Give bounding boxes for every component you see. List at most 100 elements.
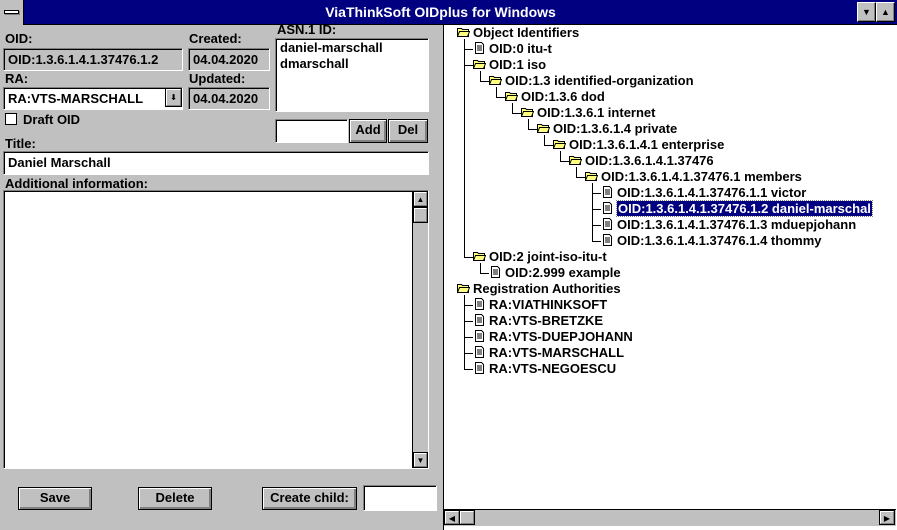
- tree-node[interactable]: RA:VTS-MARSCHALL: [473, 345, 624, 361]
- scroll-left-icon[interactable]: ◀: [444, 510, 460, 525]
- document-icon: [473, 362, 486, 374]
- add-asn1-button[interactable]: Add: [349, 119, 387, 143]
- tree-node[interactable]: OID:1.3.6.1.4.1.37476: [568, 153, 714, 169]
- tree-node[interactable]: OID:1.3.6 dod: [504, 89, 605, 105]
- tree-connector: [464, 295, 465, 369]
- delete-button[interactable]: Delete: [138, 487, 212, 510]
- scroll-right-icon[interactable]: ▶: [879, 510, 895, 525]
- asn1-id-input[interactable]: [275, 119, 348, 143]
- tree-connector: [464, 369, 473, 370]
- oid-field: OID:1.3.6.1.4.1.37476.1.2: [3, 48, 183, 71]
- tree-node-label: RA:VTS-MARSCHALL: [489, 345, 625, 360]
- system-menu-button[interactable]: [0, 0, 24, 25]
- updated-label: Updated:: [189, 71, 246, 86]
- ra-dropdown[interactable]: RA:VTS-MARSCHALL ⬇: [3, 87, 183, 110]
- folder-open-icon: [504, 90, 519, 102]
- tree-node[interactable]: OID:1.3.6.1.4.1.37476.1.4 thommy: [601, 233, 822, 249]
- tree-node[interactable]: RA:VIATHINKSOFT: [473, 297, 607, 313]
- tree-node[interactable]: RA:VTS-BRETZKE: [473, 313, 603, 329]
- tree-node[interactable]: Object Identifiers: [456, 25, 579, 41]
- tree-connector: [480, 273, 489, 274]
- tree-node-label: OID:1 iso: [489, 57, 547, 72]
- tree-node[interactable]: OID:1.3.6.1.4.1.37476.1.1 victor: [601, 185, 806, 201]
- tree-connector: [464, 321, 473, 322]
- create-child-button[interactable]: Create child:: [262, 487, 357, 510]
- tree-node[interactable]: OID:2 joint-iso-itu-t: [472, 249, 607, 265]
- draft-oid-checkbox[interactable]: [5, 113, 17, 125]
- hscroll-thumb[interactable]: [459, 510, 475, 525]
- tree-node-label: RA:VTS-NEGOESCU: [489, 361, 617, 376]
- document-icon: [489, 266, 502, 278]
- folder-open-icon: [520, 106, 535, 118]
- tree-node[interactable]: RA:VTS-NEGOESCU: [473, 361, 616, 377]
- tree-node-label: OID:1.3.6.1.4.1.37476.1 members: [601, 169, 802, 184]
- vertical-scrollbar[interactable]: ▲ ▼: [412, 191, 428, 468]
- tree-node-label: RA:VIATHINKSOFT: [489, 297, 608, 312]
- tree-node-label: OID:1.3.6.1.4.1.37476.1.1 victor: [617, 185, 807, 200]
- tree-node[interactable]: OID:1.3.6.1.4.1.37476.1 members: [584, 169, 802, 185]
- document-icon: [473, 314, 486, 326]
- additional-info-textarea[interactable]: ▲ ▼: [3, 190, 429, 469]
- tree-connector: [592, 193, 601, 194]
- asn1-id-list[interactable]: daniel-marschall dmarschall: [275, 38, 429, 112]
- tree-node-label: OID:1.3.6.1.4.1.37476.1.4 thommy: [617, 233, 822, 248]
- tree-connector: [592, 225, 601, 226]
- tree-connector: [464, 257, 473, 258]
- tree-node[interactable]: OID:0 itu-t: [473, 41, 552, 57]
- tree-connector: [464, 65, 473, 66]
- horizontal-scrollbar[interactable]: ◀ ▶: [444, 509, 896, 526]
- tree-node-label: RA:VTS-BRETZKE: [489, 313, 604, 328]
- folder-open-icon: [568, 154, 583, 166]
- asn1-id-item[interactable]: daniel-marschall: [280, 40, 424, 56]
- tree-connector: [512, 113, 521, 114]
- document-icon: [601, 202, 614, 214]
- oid-tree-view[interactable]: Object Identifiers OID:0 itu-t OID:1 iso OI…: [443, 25, 897, 530]
- tree-connector: [464, 353, 473, 354]
- document-icon: [601, 186, 614, 198]
- folder-open-icon: [488, 74, 503, 86]
- chevron-down-icon[interactable]: ⬇: [165, 88, 182, 107]
- tree-connector: [560, 161, 569, 162]
- tree-connector: [592, 241, 601, 242]
- tree-node[interactable]: Registration Authorities: [456, 281, 621, 297]
- tree-node[interactable]: OID:2.999 example: [489, 265, 621, 281]
- created-date-field: 04.04.2020: [188, 48, 270, 71]
- save-button[interactable]: Save: [18, 487, 92, 510]
- scroll-down-icon[interactable]: ▼: [413, 452, 428, 468]
- tree-connector: [480, 81, 489, 82]
- create-child-input[interactable]: [363, 485, 437, 511]
- tree-node[interactable]: OID:1.3.6.1 internet: [520, 105, 656, 121]
- scroll-thumb[interactable]: [413, 207, 428, 223]
- tree-node[interactable]: OID:1.3 identified-organization: [488, 73, 694, 89]
- document-icon: [473, 42, 486, 54]
- title-input[interactable]: Daniel Marschall: [3, 151, 429, 175]
- ra-selected-value: RA:VTS-MARSCHALL: [8, 91, 144, 106]
- asn1-id-item[interactable]: dmarschall: [280, 56, 424, 72]
- tree-node[interactable]: OID:1.3.6.1.4 private: [536, 121, 677, 137]
- updated-date-field: 04.04.2020: [188, 87, 270, 110]
- document-icon: [601, 234, 614, 246]
- tree-node-label: OID:1.3 identified-organization: [505, 73, 694, 88]
- tree-node[interactable]: OID:1.3.6.1.4.1.37476.1.2 daniel-marscha…: [601, 200, 873, 217]
- delete-asn1-button[interactable]: Del: [388, 119, 428, 143]
- folder-open-icon: [456, 26, 471, 38]
- document-icon: [473, 346, 486, 358]
- document-icon: [601, 218, 614, 230]
- tree-node-label: OID:1.3.6.1.4.1.37476.1.2 daniel-marscha…: [616, 200, 873, 217]
- tree-connector: [464, 49, 473, 50]
- tree-node[interactable]: OID:1 iso: [472, 57, 547, 73]
- scroll-up-icon[interactable]: ▲: [413, 191, 428, 207]
- tree-node-label: OID:1.3.6.1 internet: [537, 105, 656, 120]
- tree-node-label: OID:2 joint-iso-itu-t: [489, 249, 607, 264]
- tree-node[interactable]: OID:1.3.6.1.4.1.37476.1.3 mduepjohann: [601, 217, 856, 233]
- tree-node-label: OID:1.3.6.1.4.1.37476.1.3 mduepjohann: [617, 217, 857, 232]
- tree-node[interactable]: RA:VTS-DUEPJOHANN: [473, 329, 633, 345]
- document-icon: [473, 298, 486, 310]
- minimize-button[interactable]: ▼: [857, 2, 876, 22]
- folder-open-icon: [456, 282, 471, 294]
- tree-node-label: OID:1.3.6.1.4.1 enterprise: [569, 137, 725, 152]
- tree-node[interactable]: OID:1.3.6.1.4.1 enterprise: [552, 137, 725, 153]
- maximize-button[interactable]: ▲: [876, 2, 895, 22]
- tree-connector: [528, 129, 537, 130]
- document-icon: [473, 330, 486, 342]
